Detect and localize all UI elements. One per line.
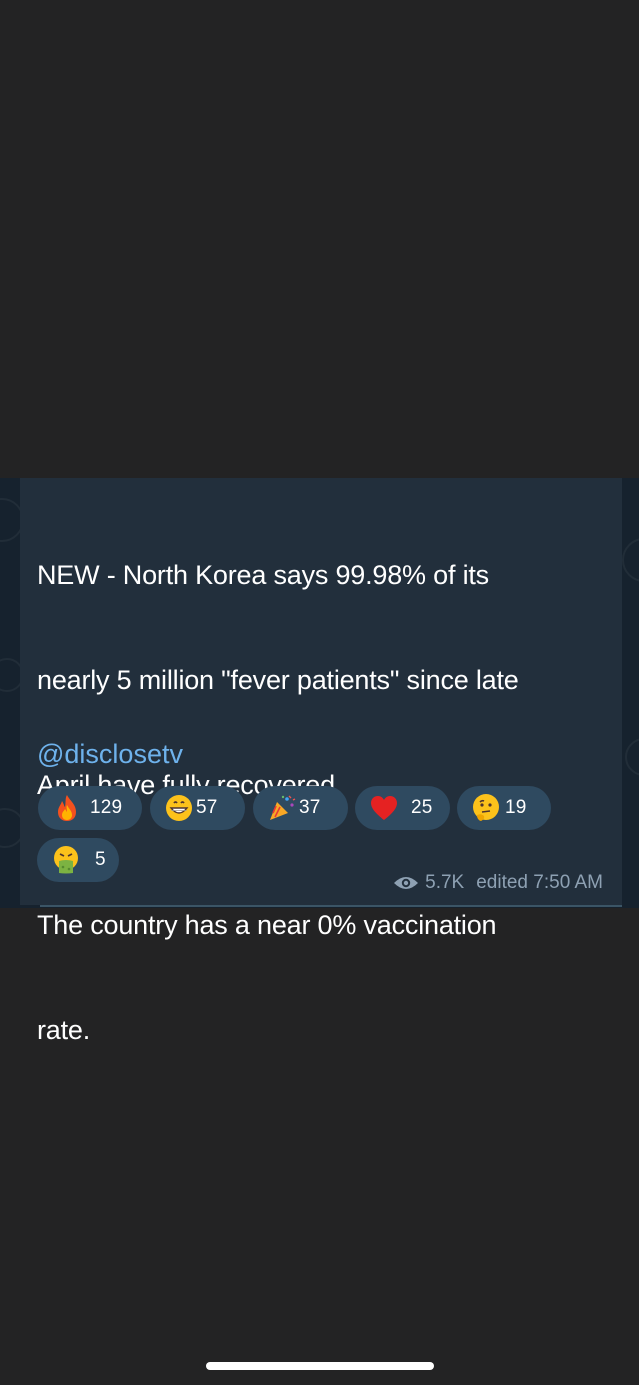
reaction-heart[interactable]: 25	[355, 786, 450, 830]
view-count: 5.7K	[425, 872, 465, 893]
reaction-count: 19	[505, 797, 527, 818]
message-line: nearly 5 million "fever patients" since …	[37, 665, 519, 695]
message-line: NEW - North Korea says 99.98% of its	[37, 560, 489, 590]
reaction-grinning[interactable]: 57	[150, 786, 245, 830]
reaction-count: 129	[90, 797, 123, 818]
background-doodle	[625, 738, 639, 776]
reaction-count: 37	[299, 797, 321, 818]
party-popper-emoji-icon	[267, 793, 297, 823]
message-meta: 5.7K edited 7:50 AM	[393, 872, 603, 894]
edited-timestamp: edited 7:50 AM	[476, 872, 603, 893]
thinking-face-emoji-icon	[471, 793, 501, 823]
vomiting-face-emoji-icon	[51, 845, 81, 875]
fire-emoji-icon	[52, 793, 82, 823]
reaction-count: 25	[411, 797, 433, 818]
screen: NEW - North Korea says 99.98% of its nea…	[0, 0, 639, 1385]
channel-mention-link[interactable]: @disclosetv	[37, 737, 183, 772]
grinning-face-emoji-icon	[164, 793, 194, 823]
eye-icon	[393, 875, 419, 891]
reaction-count: 5	[95, 849, 106, 870]
red-heart-emoji-icon	[369, 793, 399, 823]
reaction-party[interactable]: 37	[253, 786, 348, 830]
reaction-fire[interactable]: 129	[38, 786, 142, 830]
reaction-vomiting[interactable]: 5	[37, 838, 119, 882]
background-doodle	[622, 538, 639, 582]
message-line: The country has a near 0% vaccination	[37, 910, 497, 940]
message-line: rate.	[37, 1015, 91, 1045]
home-indicator[interactable]	[206, 1362, 434, 1370]
reaction-count: 57	[196, 797, 218, 818]
reaction-thinking[interactable]: 19	[457, 786, 551, 830]
